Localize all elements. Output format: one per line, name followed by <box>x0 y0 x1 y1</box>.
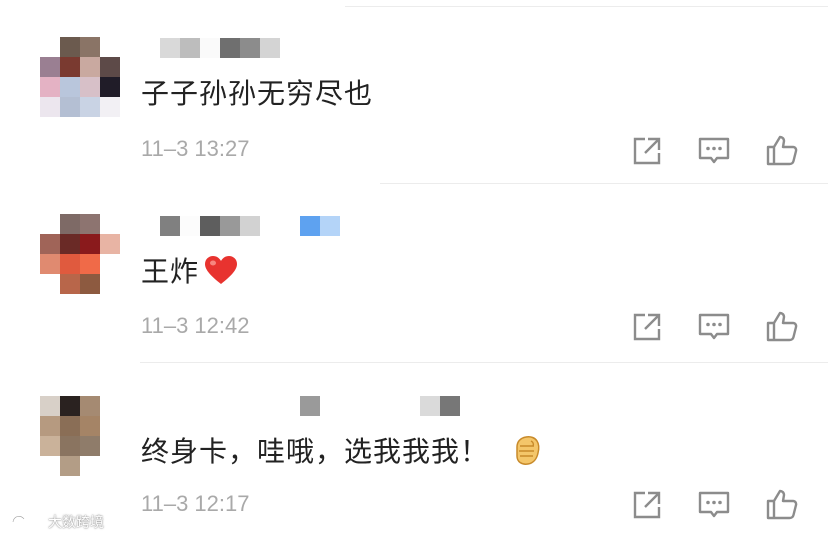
raised-fist-emoji-icon <box>511 433 543 474</box>
comment-item: 终身卡，哇哦，选我我我！ 11–3 12:17 <box>0 356 828 534</box>
watermark-text: 大数跨境 <box>48 515 104 531</box>
share-icon <box>633 137 661 165</box>
comment-item: 子子孙孙无穷尽也 11–3 13:27 <box>0 0 828 184</box>
comment-icon <box>698 491 730 518</box>
comment-icon <box>698 313 730 340</box>
comment-item: 王炸 11–3 12:42 <box>0 178 828 363</box>
username[interactable] <box>160 38 280 58</box>
comment-text: 子子孙孙无穷尽也 <box>141 77 374 110</box>
username[interactable] <box>160 216 340 236</box>
thumbs-up-icon <box>766 311 798 342</box>
share-icon <box>633 313 661 341</box>
share-button[interactable] <box>630 487 664 521</box>
like-button[interactable] <box>765 133 799 167</box>
like-button[interactable] <box>765 309 799 343</box>
avatar[interactable] <box>40 37 120 117</box>
comment-time: 11–3 12:42 <box>141 313 250 338</box>
comment-text-content: 终身卡，哇哦，选我我我！ <box>141 435 490 468</box>
avatar[interactable] <box>40 396 120 476</box>
comment-text: 王炸 <box>141 250 239 293</box>
comment-text: 终身卡，哇哦，选我我我！ <box>141 430 543 474</box>
heart-emoji-icon <box>203 254 239 293</box>
watermark: 大数跨境 <box>10 512 104 532</box>
comment-time: 11–3 13:27 <box>141 136 250 161</box>
reply-button[interactable] <box>697 309 731 343</box>
reply-button[interactable] <box>697 487 731 521</box>
reply-button[interactable] <box>697 133 731 167</box>
share-icon <box>633 491 661 519</box>
share-button[interactable] <box>630 133 664 167</box>
watermark-logo-icon <box>12 515 43 526</box>
thumbs-up-icon <box>766 135 798 166</box>
comment-text-content: 王炸 <box>141 255 200 288</box>
share-button[interactable] <box>630 309 664 343</box>
comment-icon <box>698 137 730 164</box>
like-button[interactable] <box>765 487 799 521</box>
divider <box>345 6 828 7</box>
thumbs-up-icon <box>766 489 798 520</box>
username[interactable] <box>300 396 460 416</box>
avatar[interactable] <box>40 214 120 294</box>
comment-time: 11–3 12:17 <box>141 491 250 516</box>
